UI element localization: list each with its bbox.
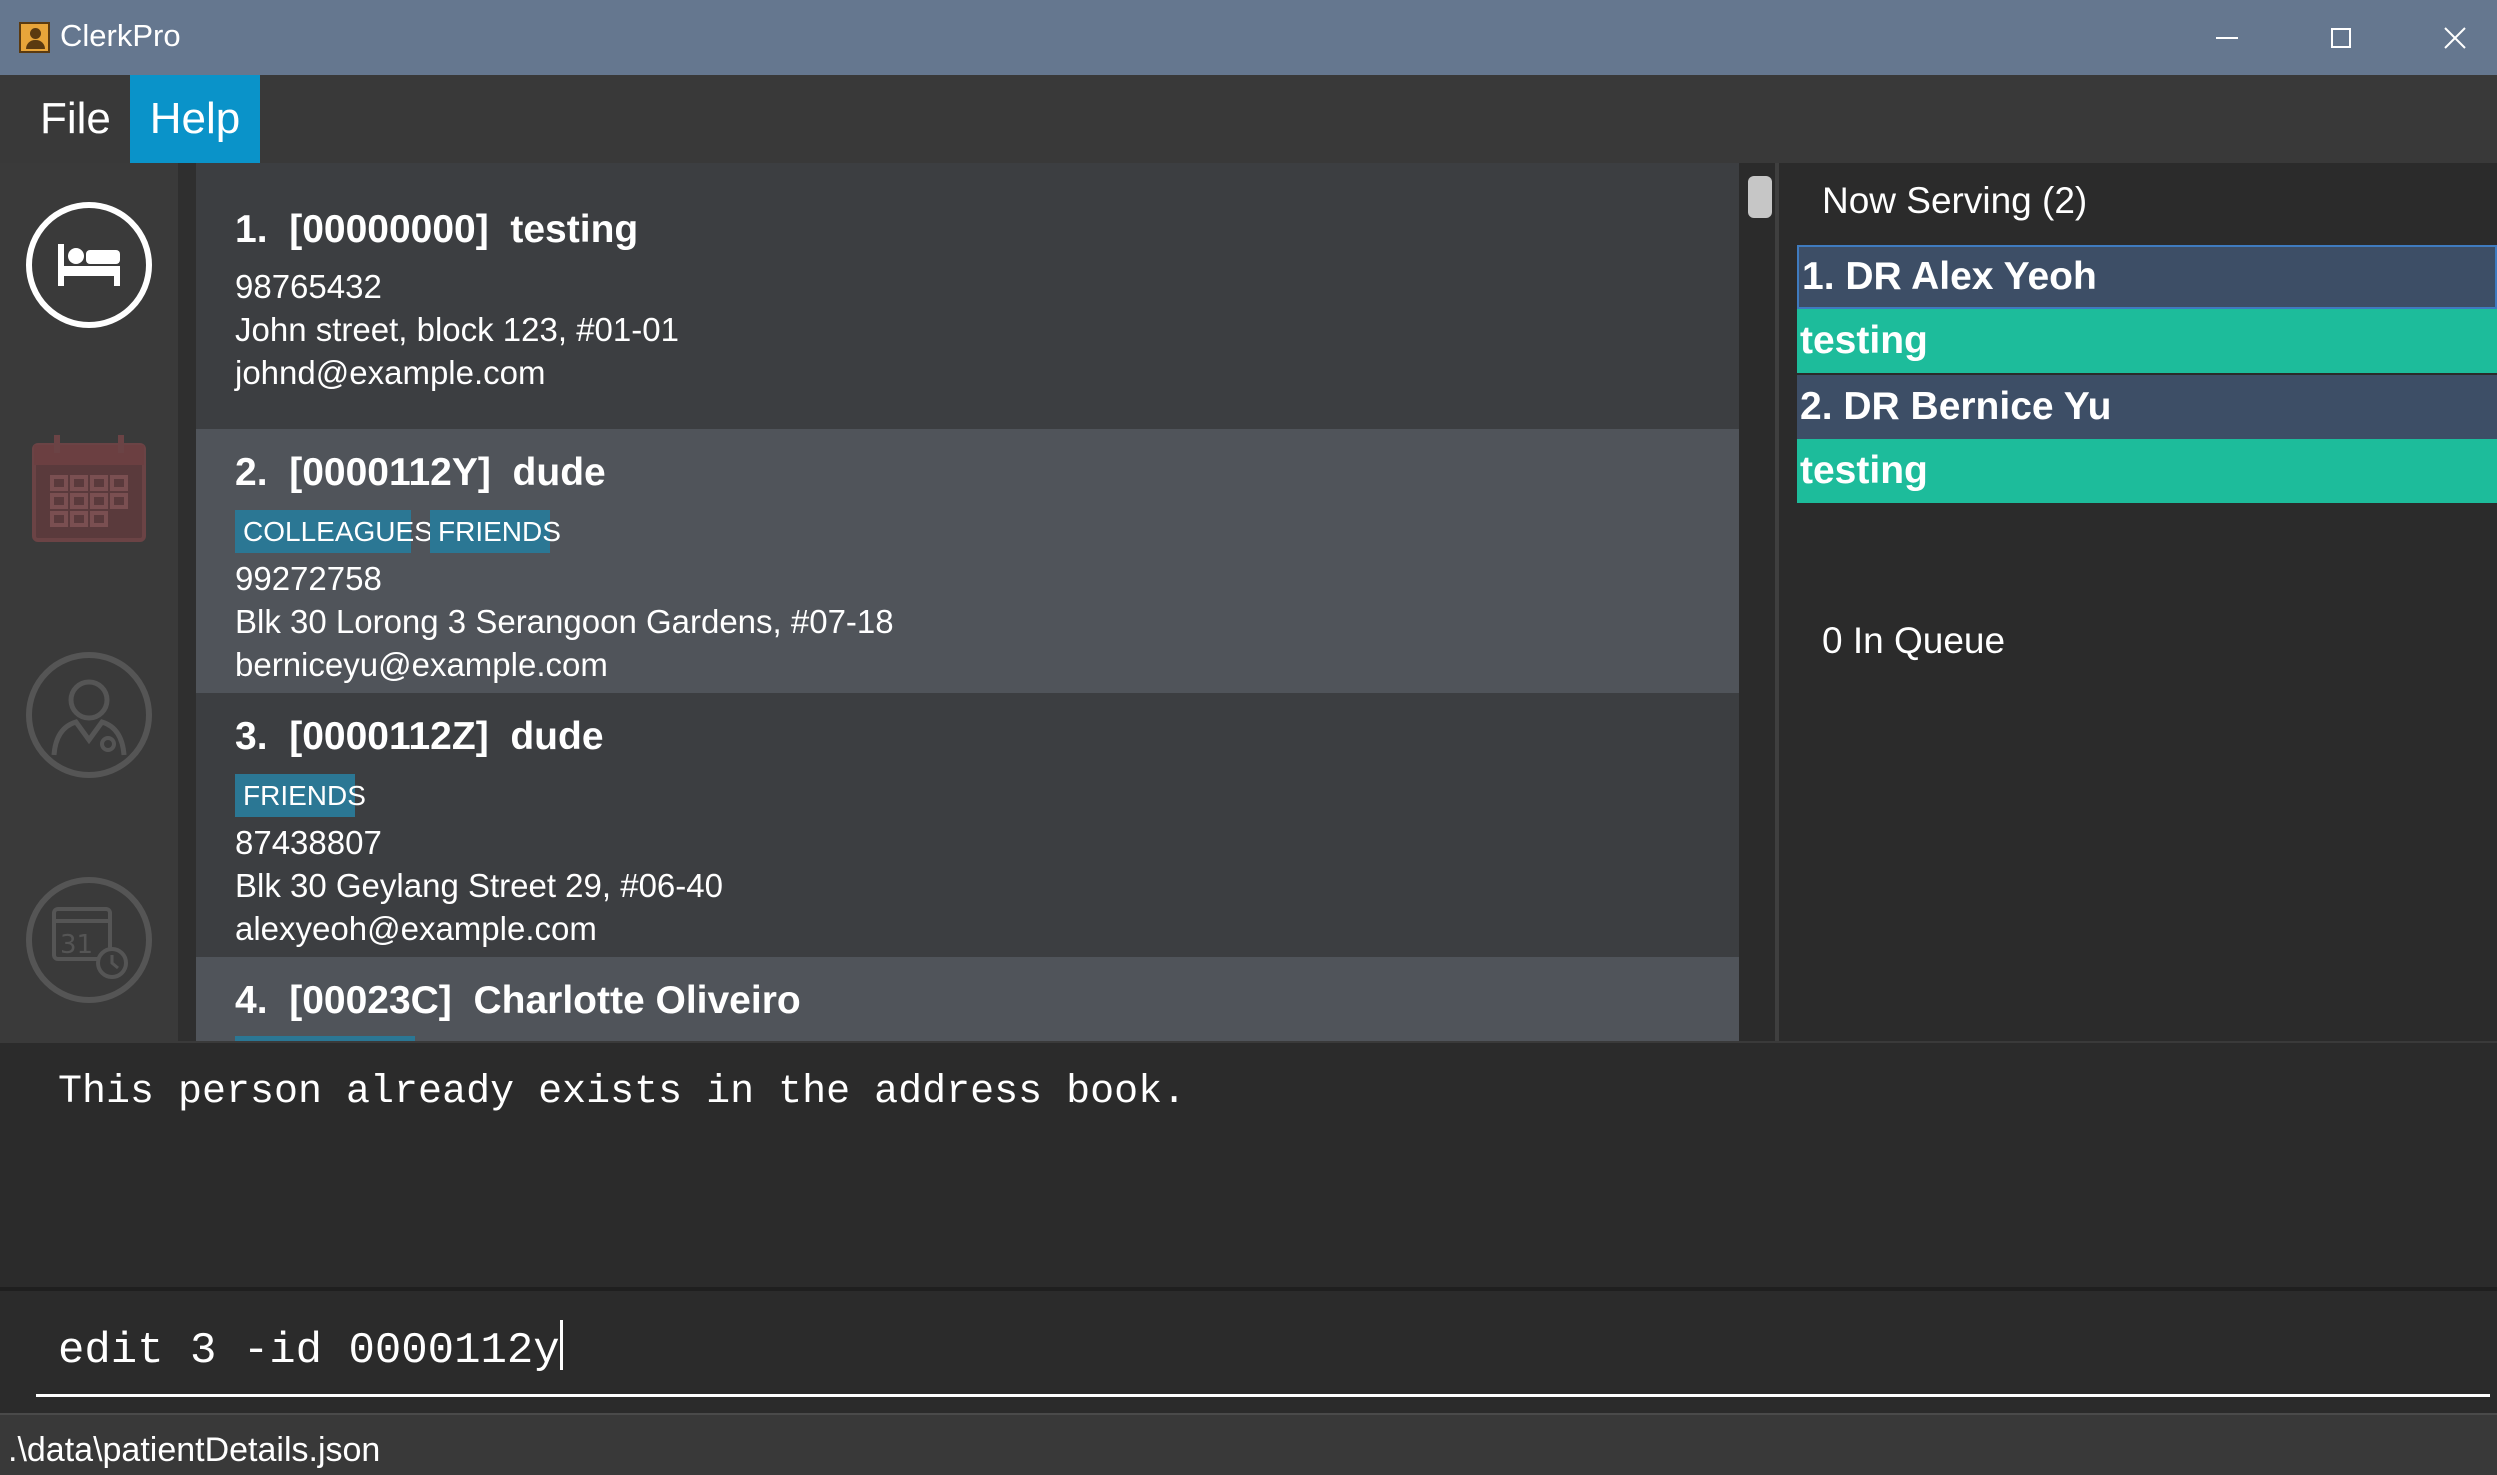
patient-card[interactable]: 4. [00023C] Charlotte Oliveiro: [196, 957, 1739, 1041]
command-text: edit 3 -id 0000112y: [58, 1326, 560, 1376]
sidebar-divider: [178, 163, 196, 1041]
minimize-icon: [2216, 36, 2238, 39]
serving-doctor-row[interactable]: 1. DR Alex Yeoh: [1797, 245, 2497, 309]
result-message: This person already exists in the addres…: [58, 1070, 1187, 1115]
maximize-icon: [2331, 27, 2351, 48]
command-input[interactable]: edit 3 -id 0000112y: [58, 1320, 2458, 1380]
patient-name: testing: [510, 208, 639, 251]
maximize-button[interactable]: [2291, 0, 2391, 75]
close-icon: [2444, 26, 2466, 49]
patient-header: 4. [00023C] Charlotte Oliveiro: [235, 979, 801, 1023]
patients-icon: [26, 202, 152, 328]
patient-header: 1. [00000000] testing: [235, 208, 638, 252]
patient-address: Blk 30 Lorong 3 Serangoon Gardens, #07-1…: [235, 603, 894, 640]
patient-id: [0000112Y]: [289, 451, 491, 494]
close-button[interactable]: [2405, 0, 2497, 75]
patient-name: dude: [510, 715, 604, 758]
serving-patient-row[interactable]: testing: [1797, 439, 2497, 503]
patient-id: [0000112Z]: [289, 715, 489, 758]
menu-help[interactable]: Help: [130, 75, 260, 163]
serving-patient-row[interactable]: testing: [1797, 309, 2497, 373]
appointments-icon: 31: [26, 877, 152, 1003]
calendar-tab[interactable]: [24, 425, 154, 555]
patient-name: dude: [512, 451, 606, 494]
patient-id: [00000000]: [289, 208, 489, 251]
patient-phone: 98765432: [235, 268, 382, 305]
tag-colleagues: COLLEAGUES: [235, 510, 433, 553]
status-file-path: .\data\patientDetails.json: [8, 1431, 381, 1469]
patient-phone: 99272758: [235, 560, 382, 597]
window-title: ClerkPro: [60, 18, 181, 53]
appointments-tab[interactable]: 31: [24, 875, 154, 1005]
minimize-button[interactable]: [2177, 0, 2277, 75]
patient-header: 3. [0000112Z] dude: [235, 715, 604, 759]
app-logo-icon: [19, 22, 50, 53]
patient-phone: 87438807: [235, 824, 382, 861]
patient-list[interactable]: 1. [00000000] testing 98765432 John stre…: [196, 163, 1739, 1041]
serving-doctor-row[interactable]: 2. DR Bernice Yu: [1797, 375, 2497, 439]
patient-index: 2.: [235, 451, 268, 494]
patient-index: 3.: [235, 715, 268, 758]
patient-list-scrollbar[interactable]: [1739, 163, 1780, 1041]
tag-friends: FRIENDS: [430, 510, 561, 553]
patient-card[interactable]: 3. [0000112Z] dude FRIENDS 87438807 Blk …: [196, 693, 1739, 957]
patient-address: John street, block 123, #01-01: [235, 311, 679, 348]
command-underline: [36, 1394, 2490, 1397]
title-bar: ClerkPro: [0, 0, 2497, 75]
in-queue-label: 0 In Queue: [1822, 620, 2006, 661]
now-serving-label: Now Serving (2): [1822, 180, 2088, 221]
patient-name: Charlotte Oliveiro: [473, 979, 801, 1022]
patient-card[interactable]: 2. [0000112Y] dude COLLEAGUES FRIENDS 99…: [196, 429, 1739, 693]
patient-email: alexyeoh@example.com: [235, 910, 597, 947]
scrollbar-thumb[interactable]: [1748, 176, 1772, 218]
patients-tab[interactable]: [24, 200, 154, 330]
patient-email: berniceyu@example.com: [235, 646, 608, 683]
patient-index: 1.: [235, 208, 268, 251]
doctors-tab[interactable]: [24, 650, 154, 780]
svg-text:31: 31: [60, 930, 93, 960]
patient-header: 2. [0000112Y] dude: [235, 451, 606, 495]
tag-friends: FRIENDS: [235, 774, 366, 817]
menu-bar: File Help: [0, 75, 2497, 163]
doctor-icon: [26, 652, 152, 778]
patient-card[interactable]: 1. [00000000] testing 98765432 John stre…: [196, 163, 1739, 429]
patient-index: 4.: [235, 979, 268, 1022]
menu-file[interactable]: File: [20, 75, 131, 163]
patient-id: [00023C]: [289, 979, 452, 1022]
patient-address: Blk 30 Geylang Street 29, #06-40: [235, 867, 723, 904]
text-caret: [559, 1320, 563, 1370]
calendar-icon: [32, 435, 146, 542]
patient-email: johnd@example.com: [235, 354, 546, 391]
